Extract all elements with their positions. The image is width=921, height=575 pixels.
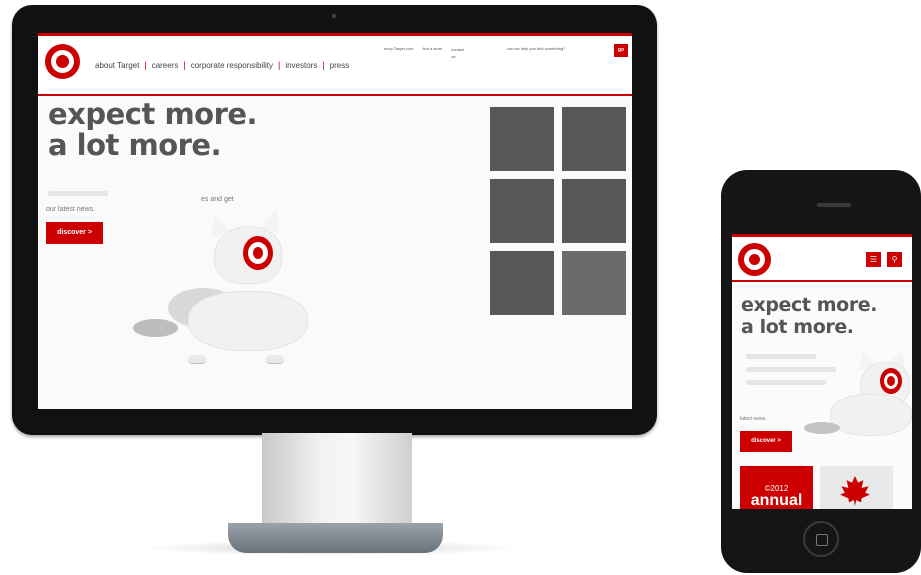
blurred-text <box>746 380 826 385</box>
hero-headline: expect more. a lot more. <box>741 294 878 338</box>
tile[interactable] <box>562 251 626 315</box>
discover-button[interactable]: discover > <box>740 431 792 452</box>
tile[interactable] <box>562 107 626 171</box>
tile-grid <box>490 107 626 315</box>
canada-card[interactable] <box>820 466 893 509</box>
nav-corporate-responsibility[interactable]: corporate responsibility <box>186 61 278 70</box>
headline-line-1: expect more. <box>48 97 258 131</box>
target-logo-icon[interactable] <box>45 44 80 79</box>
desktop-screen: about Target | careers | corporate respo… <box>38 33 632 409</box>
blurred-text <box>746 367 836 372</box>
tile[interactable] <box>490 107 554 171</box>
desktop-header: about Target | careers | corporate respo… <box>38 36 632 96</box>
nav-investors[interactable]: investors <box>280 61 322 70</box>
monitor-base <box>228 523 443 553</box>
home-square-icon <box>816 534 828 546</box>
tile[interactable] <box>490 251 554 315</box>
smartphone: ☰ ⚲ expect more. a lot more. latest news… <box>721 170 921 573</box>
utility-links: shop Target.com find a store contact us <box>384 46 474 60</box>
home-button[interactable] <box>803 521 839 557</box>
speaker-icon <box>817 203 851 207</box>
headline-line-2: a lot more. <box>48 128 222 162</box>
tile[interactable] <box>562 179 626 243</box>
go-button[interactable]: go <box>614 44 628 57</box>
desktop-monitor: about Target | careers | corporate respo… <box>12 5 657 435</box>
phone-header: ☰ ⚲ <box>732 237 912 282</box>
menu-icon[interactable]: ☰ <box>866 252 881 267</box>
contact-us-link[interactable]: contact us <box>451 46 465 60</box>
shop-target-link[interactable]: shop Target.com <box>384 46 414 60</box>
nav-about-target[interactable]: about Target <box>90 61 144 70</box>
blurred-text <box>48 191 108 196</box>
card-title: annual <box>750 492 803 509</box>
phone-screen: ☰ ⚲ expect more. a lot more. latest news… <box>732 234 912 509</box>
target-logo-icon[interactable] <box>738 243 771 276</box>
headline-line-1: expect more. <box>741 294 878 316</box>
main-nav: about Target | careers | corporate respo… <box>90 60 354 70</box>
latest-news-text: our latest news. <box>46 206 96 213</box>
nav-careers[interactable]: careers <box>147 61 184 70</box>
promo-text-fragment: es and get <box>201 196 234 203</box>
camera-icon <box>332 14 336 18</box>
annual-report-card[interactable]: ©2012 annual <box>740 466 813 509</box>
search-prompt[interactable]: can we help you find something? <box>507 46 565 51</box>
search-icon[interactable]: ⚲ <box>887 252 902 267</box>
maple-leaf-icon <box>840 476 870 506</box>
hero-headline: expect more. a lot more. <box>48 97 258 162</box>
tile[interactable] <box>490 179 554 243</box>
latest-news-text: latest news. <box>740 416 767 422</box>
discover-button[interactable]: discover > <box>46 222 103 244</box>
nav-press[interactable]: press <box>325 61 355 70</box>
monitor-stand <box>262 433 412 525</box>
headline-line-2: a lot more. <box>741 316 854 338</box>
blurred-text <box>746 354 816 359</box>
find-store-link[interactable]: find a store <box>423 46 443 60</box>
